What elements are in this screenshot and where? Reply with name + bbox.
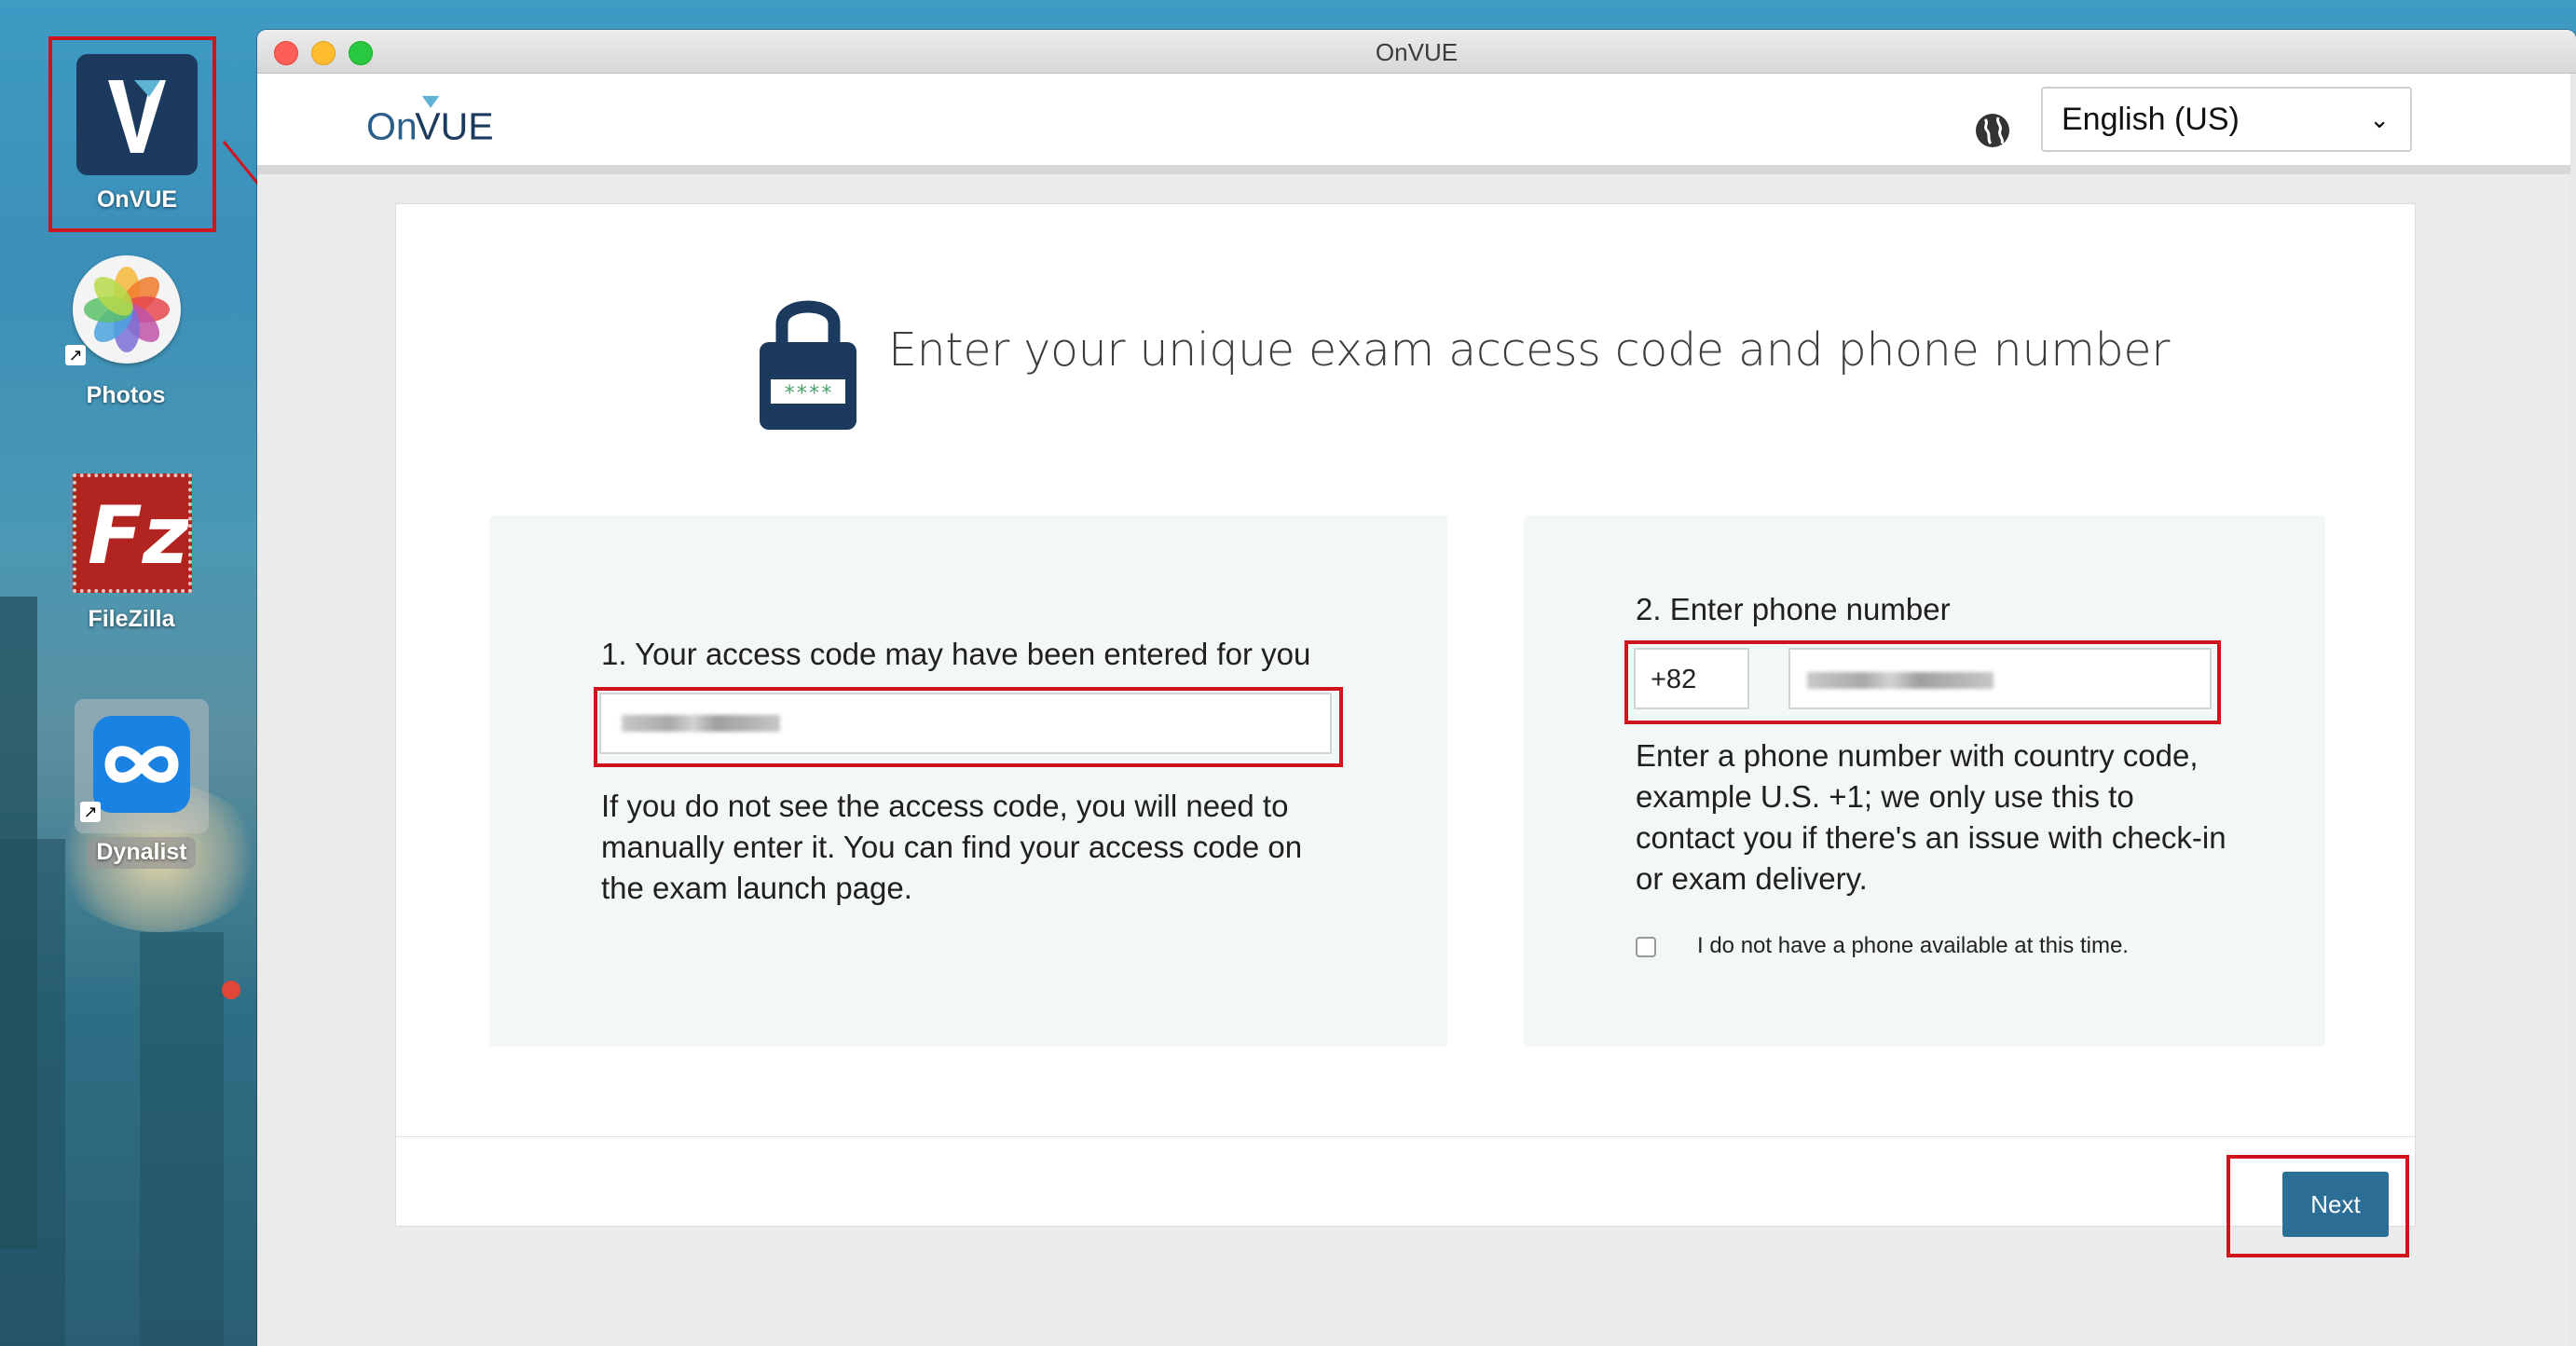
- annotation-box-phone: [1624, 640, 2221, 724]
- card-footer-divider: [396, 1136, 2415, 1137]
- scrollbar[interactable]: [2570, 74, 2576, 1346]
- page-heading: Enter your unique exam access code and p…: [888, 323, 2171, 377]
- language-select-value: English (US): [2062, 102, 2240, 137]
- app-window: OnVUE On VUE English (US) ⌄ **** Enter y…: [257, 30, 2576, 1346]
- lock-code-text: ****: [784, 382, 833, 405]
- phone-help: Enter a phone number with country code, …: [1636, 738, 2227, 896]
- phone-label: 2. Enter phone number: [1636, 592, 1951, 626]
- chevron-down-icon: ⌄: [2369, 105, 2390, 133]
- logo-text-on: On: [366, 105, 418, 146]
- language-select[interactable]: English (US) ⌄: [2041, 87, 2412, 152]
- access-code-panel: 1. Your access code may have been entere…: [489, 515, 1447, 1047]
- annotation-box-next: [2227, 1155, 2409, 1257]
- annotation-box-access-code: [594, 687, 1343, 767]
- access-code-label: 1. Your access code may have been entere…: [601, 637, 1311, 671]
- title-bar: OnVUE: [257, 30, 2576, 74]
- no-phone-label[interactable]: I do not have a phone available at this …: [1697, 933, 2129, 959]
- access-card: **** Enter your unique exam access code …: [395, 203, 2416, 1257]
- globe-icon: [1976, 114, 2009, 147]
- padlock-icon: ****: [760, 300, 856, 430]
- app-header: On VUE English (US) ⌄: [257, 74, 2576, 174]
- window-title: OnVUE: [1375, 38, 1459, 66]
- onvue-logo: On VUE: [366, 95, 494, 146]
- phone-panel: 2. Enter phone number +82 Enter a phone …: [1524, 515, 2325, 1047]
- access-code-help: If you do not see the access code, you w…: [601, 789, 1303, 905]
- no-phone-checkbox[interactable]: [1636, 937, 1656, 957]
- logo-text-vue: VUE: [415, 105, 493, 146]
